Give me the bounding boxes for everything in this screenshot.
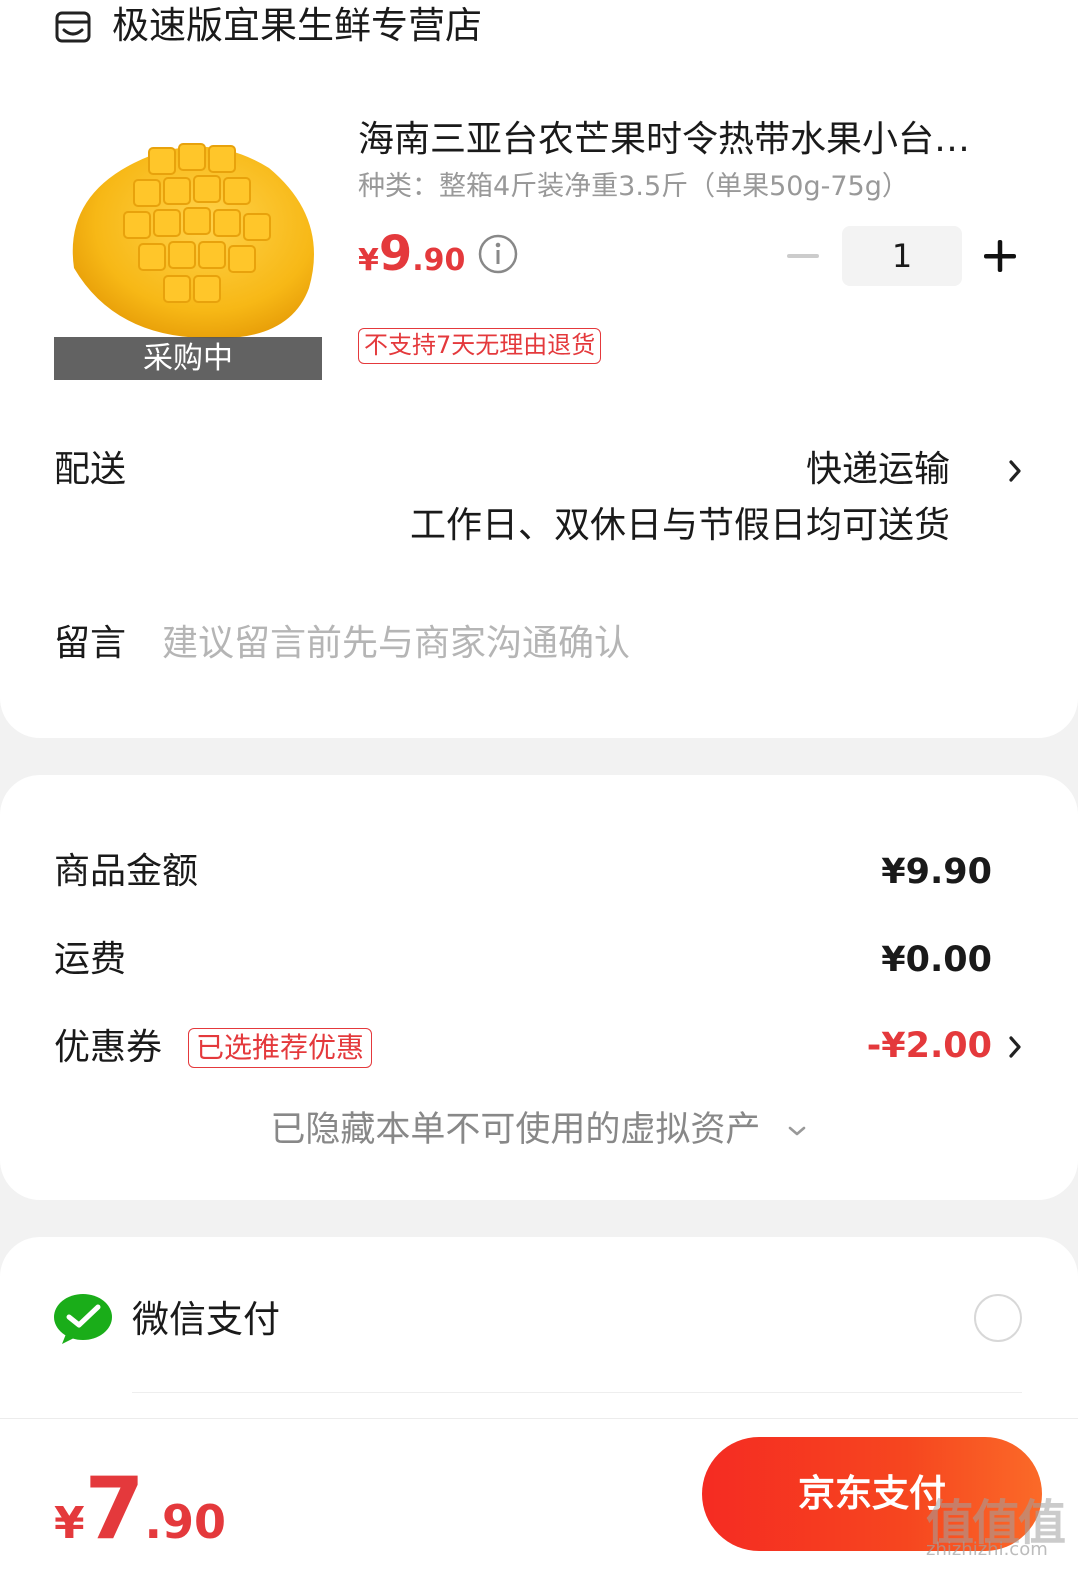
total-integer: 7 bbox=[84, 1459, 145, 1559]
quantity-input[interactable]: 1 bbox=[842, 226, 962, 286]
hidden-assets-text: 已隐藏本单不可使用的虚拟资产 bbox=[270, 1110, 761, 1150]
message-input[interactable]: 建议留言前先与商家沟通确认 bbox=[162, 620, 630, 668]
hidden-assets-toggle[interactable]: 已隐藏本单不可使用的虚拟资产 bbox=[0, 1106, 1078, 1154]
wechat-pay-radio[interactable] bbox=[974, 1294, 1022, 1342]
product-image[interactable]: 采购中 bbox=[54, 108, 322, 380]
product-price: ¥9.90 bbox=[358, 226, 465, 282]
coupon-label: 优惠券 bbox=[54, 1027, 163, 1068]
price-decimal: .90 bbox=[412, 243, 466, 278]
checkout-bar: ¥7.90 京东支付 值值值 zhizhizhi.com bbox=[0, 1418, 1078, 1576]
quantity-plus-button[interactable] bbox=[980, 236, 1020, 276]
delivery-description: 工作日、双休日与节假日均可送货 bbox=[409, 505, 950, 546]
coupon-amount[interactable]: -¥2.00 bbox=[760, 1022, 992, 1070]
message-label: 留言 bbox=[54, 623, 127, 664]
wechat-pay-icon bbox=[54, 1294, 112, 1344]
product-spec[interactable]: 种类：整箱4斤装净重3.5斤（单果50g-75g） bbox=[358, 168, 909, 206]
quantity-minus-button[interactable] bbox=[785, 238, 821, 274]
total-price: ¥7.90 bbox=[54, 1459, 226, 1559]
delivery-method[interactable]: 快递运输 bbox=[770, 446, 950, 494]
store-icon bbox=[55, 11, 91, 43]
price-symbol: ¥ bbox=[358, 243, 379, 278]
coupon-tag: 已选推荐优惠 bbox=[188, 1028, 373, 1068]
goods-amount-value: ¥9.90 bbox=[881, 852, 992, 892]
chevron-right-icon[interactable] bbox=[1006, 458, 1024, 484]
delivery-label: 配送 bbox=[54, 449, 127, 490]
total-decimal: .90 bbox=[144, 1495, 226, 1549]
price-integer: 9 bbox=[378, 226, 413, 282]
total-symbol: ¥ bbox=[54, 1498, 85, 1549]
product-title[interactable]: 海南三亚台农芒果时令热带水果小台… bbox=[358, 116, 1018, 164]
return-policy-badge: 不支持7天无理由退货 bbox=[358, 328, 602, 364]
divider bbox=[132, 1392, 1022, 1393]
purchasing-badge: 采购中 bbox=[54, 337, 322, 380]
shipping-fee-label: 运费 bbox=[54, 939, 127, 980]
watermark-url: zhizhizhi.com bbox=[926, 1539, 1048, 1560]
chevron-right-icon[interactable] bbox=[1006, 1034, 1024, 1060]
shipping-fee-value: ¥0.00 bbox=[881, 940, 992, 980]
order-item-card: 极速版宜果生鲜专营店 采购中 海南三亚台农芒果时令热带水果小台… 种类：整箱4斤… bbox=[0, 0, 1078, 738]
goods-amount-label: 商品金额 bbox=[54, 851, 199, 892]
info-icon[interactable] bbox=[478, 234, 518, 274]
store-name[interactable]: 极速版宜果生鲜专营店 bbox=[112, 2, 482, 50]
wechat-pay-label[interactable]: 微信支付 bbox=[132, 1296, 280, 1344]
chevron-down-icon bbox=[788, 1126, 805, 1136]
